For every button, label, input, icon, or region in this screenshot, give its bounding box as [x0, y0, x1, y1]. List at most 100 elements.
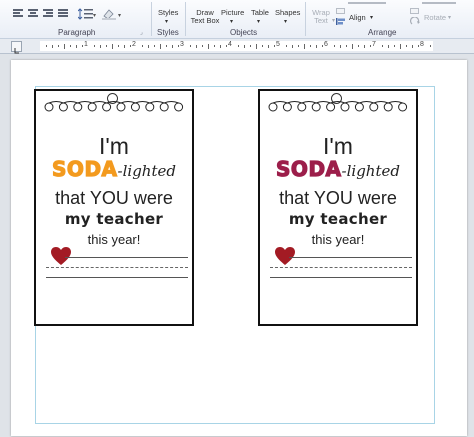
ruler-tick	[214, 45, 215, 47]
soda-word: SODA	[275, 156, 342, 181]
paragraph-dialog-launcher-icon[interactable]: ⌟	[140, 29, 143, 36]
ruler-tick	[94, 45, 95, 47]
tag-line-this-year: this year!	[87, 232, 141, 247]
ruler-tick	[190, 45, 191, 47]
ruler-tick	[196, 44, 197, 48]
tab-selector-icon[interactable]	[11, 41, 22, 54]
tag-line-soda-lighted: SODA-lighted	[36, 156, 192, 181]
line-spacing-icon[interactable]	[77, 7, 93, 20]
right-margin-guide	[434, 86, 435, 424]
paragraph-group-label: Paragraph	[58, 28, 96, 37]
ruler-tick	[124, 44, 125, 48]
picture-dropdown-icon[interactable]: ▾	[230, 18, 233, 26]
table-button[interactable]: Table	[251, 9, 269, 17]
align-left-icon[interactable]	[13, 9, 23, 18]
shapes-button[interactable]: Shapes	[275, 9, 300, 17]
rotate-dropdown-icon[interactable]: ▾	[448, 14, 451, 22]
ruler-tick	[382, 45, 383, 47]
tag-line-this-year: this year!	[311, 232, 365, 247]
lighted-word: -lighted	[341, 162, 400, 180]
align-center-icon[interactable]	[28, 9, 38, 18]
shading-icon[interactable]	[101, 7, 117, 20]
ruler-number: 1	[84, 41, 88, 48]
ruler-number: 6	[324, 41, 328, 48]
ruler-tick	[406, 45, 407, 47]
arrange-group: Wrap Text ▾ Align ▾ Rotate ▾ Arrange	[306, 0, 474, 38]
ruler-tick	[250, 45, 251, 47]
ruler-tick	[208, 43, 209, 49]
ruler-tick	[400, 43, 401, 49]
ruler-number: 3	[180, 41, 184, 48]
ruler-tick	[142, 45, 143, 47]
ruler-tick	[388, 44, 389, 48]
ruler-tick	[64, 43, 65, 49]
align-button[interactable]: Align	[349, 14, 366, 22]
styles-button[interactable]: Styles	[158, 9, 178, 17]
ruler-tick	[346, 45, 347, 47]
ruler-tick	[70, 45, 71, 47]
tag-line-my-teacher: my teacher	[288, 210, 388, 228]
tag-line-soda-lighted: SODA-lighted	[260, 156, 416, 181]
text-box-label: Text Box	[190, 16, 220, 25]
ruler-tick	[148, 44, 149, 48]
write-line	[65, 257, 188, 258]
gift-tag-left[interactable]: I'm SODA-lighted that YOU were my teache…	[34, 89, 194, 326]
ruler-tick	[106, 45, 107, 47]
shapes-dropdown-icon[interactable]: ▾	[284, 18, 287, 26]
ruler-tick	[76, 44, 77, 48]
ruler-tick	[364, 44, 365, 48]
write-line	[270, 277, 412, 278]
wrap-text-button[interactable]: Wrap Text	[310, 9, 332, 25]
rotate-icon[interactable]	[409, 13, 420, 25]
text-label: Text	[314, 16, 328, 25]
horizontal-ruler[interactable]: 1 2 3 4 5 6 7 8	[0, 39, 474, 54]
bring-forward-icon[interactable]	[336, 1, 345, 14]
soda-word: SODA	[51, 156, 118, 181]
align-dropdown-icon[interactable]: ▾	[370, 14, 373, 22]
bottom-margin-guide	[35, 423, 435, 424]
scallop-border-icon	[44, 101, 184, 112]
tag-line-im: I'm	[323, 133, 353, 159]
objects-group-label: Objects	[230, 28, 258, 37]
ruler-tick	[220, 44, 221, 48]
draw-text-box-button[interactable]: Draw Text Box	[190, 9, 220, 25]
styles-group-label: Styles	[157, 28, 179, 37]
gift-tag-right[interactable]: I'm SODA-lighted that YOU were my teache…	[258, 89, 418, 326]
lighted-word: -lighted	[117, 162, 176, 180]
tag-line-my-teacher: my teacher	[64, 210, 164, 228]
ruler-tick	[358, 45, 359, 47]
ruler-tick	[118, 45, 119, 47]
ruler-tick	[292, 44, 293, 48]
ruler-tick	[256, 43, 257, 49]
ruler-number: 2	[132, 41, 136, 48]
styles-group: Styles ▾ Styles	[152, 0, 184, 38]
wrap-text-dropdown-icon[interactable]: ▾	[332, 17, 335, 25]
tag-line-that-you-were: that YOU were	[55, 188, 173, 208]
ruler-number: 5	[276, 41, 280, 48]
table-dropdown-icon[interactable]: ▾	[257, 18, 260, 26]
justify-icon[interactable]	[58, 9, 68, 18]
rotate-button[interactable]: Rotate	[424, 14, 446, 22]
styles-dropdown-icon[interactable]: ▾	[165, 18, 168, 26]
shading-dropdown-icon[interactable]: ▾	[118, 12, 121, 19]
align-objects-icon[interactable]	[336, 13, 345, 25]
ruler-tick	[58, 45, 59, 47]
ruler-tick	[304, 43, 305, 49]
ruler-tick	[100, 44, 101, 48]
picture-button[interactable]: Picture	[221, 9, 244, 17]
write-line	[46, 277, 188, 278]
arrange-group-label: Arrange	[368, 28, 397, 37]
ruler-tick	[52, 44, 53, 48]
bring-forward-text	[348, 1, 388, 5]
ruler-tick	[238, 45, 239, 47]
paragraph-group: ▾ ▾ Paragraph ⌟	[0, 0, 150, 38]
align-right-icon[interactable]	[43, 9, 53, 18]
top-margin-guide	[35, 86, 435, 87]
ruler-tick	[286, 45, 287, 47]
dashed-write-line	[46, 267, 188, 268]
ruler-number: 4	[228, 41, 232, 48]
group-icon[interactable]	[410, 1, 419, 14]
objects-group: Draw Text Box Picture ▾ Table ▾ Shapes ▾…	[186, 0, 304, 38]
line-spacing-dropdown-icon[interactable]: ▾	[93, 12, 96, 19]
ruler-tick	[154, 45, 155, 47]
